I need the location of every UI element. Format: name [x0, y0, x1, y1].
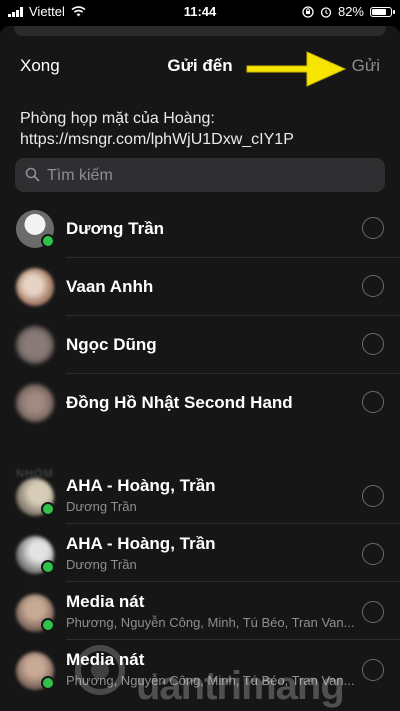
status-right: 82% [302, 4, 395, 19]
avatar [16, 268, 54, 306]
sheet-underlay [14, 26, 386, 36]
contact-name: Vaan Anhh [66, 277, 154, 296]
avatar [16, 326, 54, 364]
online-indicator [41, 618, 55, 632]
group-row[interactable]: Media nát Phương, Nguyễn Công, Minh, Tú … [0, 640, 400, 698]
online-indicator [41, 502, 55, 516]
group-name: Media nát [66, 592, 145, 611]
group-members: Dương Trần [66, 557, 137, 572]
battery-level [372, 8, 386, 15]
select-radio[interactable] [362, 601, 384, 623]
group-name: Media nát [66, 650, 145, 669]
contact-row[interactable]: Dương Trần [0, 200, 400, 258]
contact-name: Ngọc Dũng [66, 335, 157, 354]
select-radio[interactable] [362, 217, 384, 239]
contact-row[interactable]: Đồng Hồ Nhật Second Hand [0, 374, 400, 432]
online-indicator [41, 560, 55, 574]
group-row[interactable]: AHA - Hoàng, Trần Dương Trần [0, 524, 400, 582]
select-radio[interactable] [362, 543, 384, 565]
contact-name: Đồng Hồ Nhật Second Hand [66, 393, 293, 412]
select-radio[interactable] [362, 333, 384, 355]
group-row[interactable]: Media nát Phương, Nguyễn Công, Minh, Tú … [0, 582, 400, 640]
battery-percent: 82% [337, 4, 364, 19]
online-indicator [41, 234, 55, 248]
share-sheet: Xong Gửi đến Gửi Phòng họp mặt của Hoàng… [0, 26, 400, 711]
status-bar: Viettel 11:44 82% [0, 0, 400, 22]
select-radio[interactable] [362, 275, 384, 297]
avatar [16, 384, 54, 422]
group-row[interactable]: AHA - Hoàng, Trần Dương Trần [0, 466, 400, 524]
select-radio[interactable] [362, 391, 384, 413]
contact-row[interactable]: Vaan Anhh [0, 258, 400, 316]
group-members: Phương, Nguyễn Công, Minh, Tú Béo, Tran … [66, 673, 355, 688]
search-bar[interactable] [15, 158, 385, 194]
alarm-icon [320, 6, 332, 18]
contact-name: Dương Trần [66, 219, 165, 238]
group-name: AHA - Hoàng, Trần [66, 534, 216, 553]
battery-icon [370, 6, 395, 17]
online-indicator [41, 676, 55, 690]
search-input[interactable] [45, 158, 369, 194]
search-icon [25, 167, 40, 182]
orientation-lock-icon [302, 5, 314, 18]
annotation-arrow-icon [246, 51, 347, 87]
group-members: Phương, Nguyễn Công, Minh, Tú Béo, Tran … [66, 615, 355, 630]
select-radio[interactable] [362, 659, 384, 681]
group-members: Dương Trần [66, 499, 137, 514]
contact-row[interactable]: Ngọc Dũng [0, 316, 400, 374]
share-link-text: Phòng họp mặt của Hoàng: https://msngr.c… [20, 110, 294, 148]
group-name: AHA - Hoàng, Trần [66, 476, 216, 495]
send-button[interactable]: Gửi [352, 56, 380, 76]
select-radio[interactable] [362, 485, 384, 507]
